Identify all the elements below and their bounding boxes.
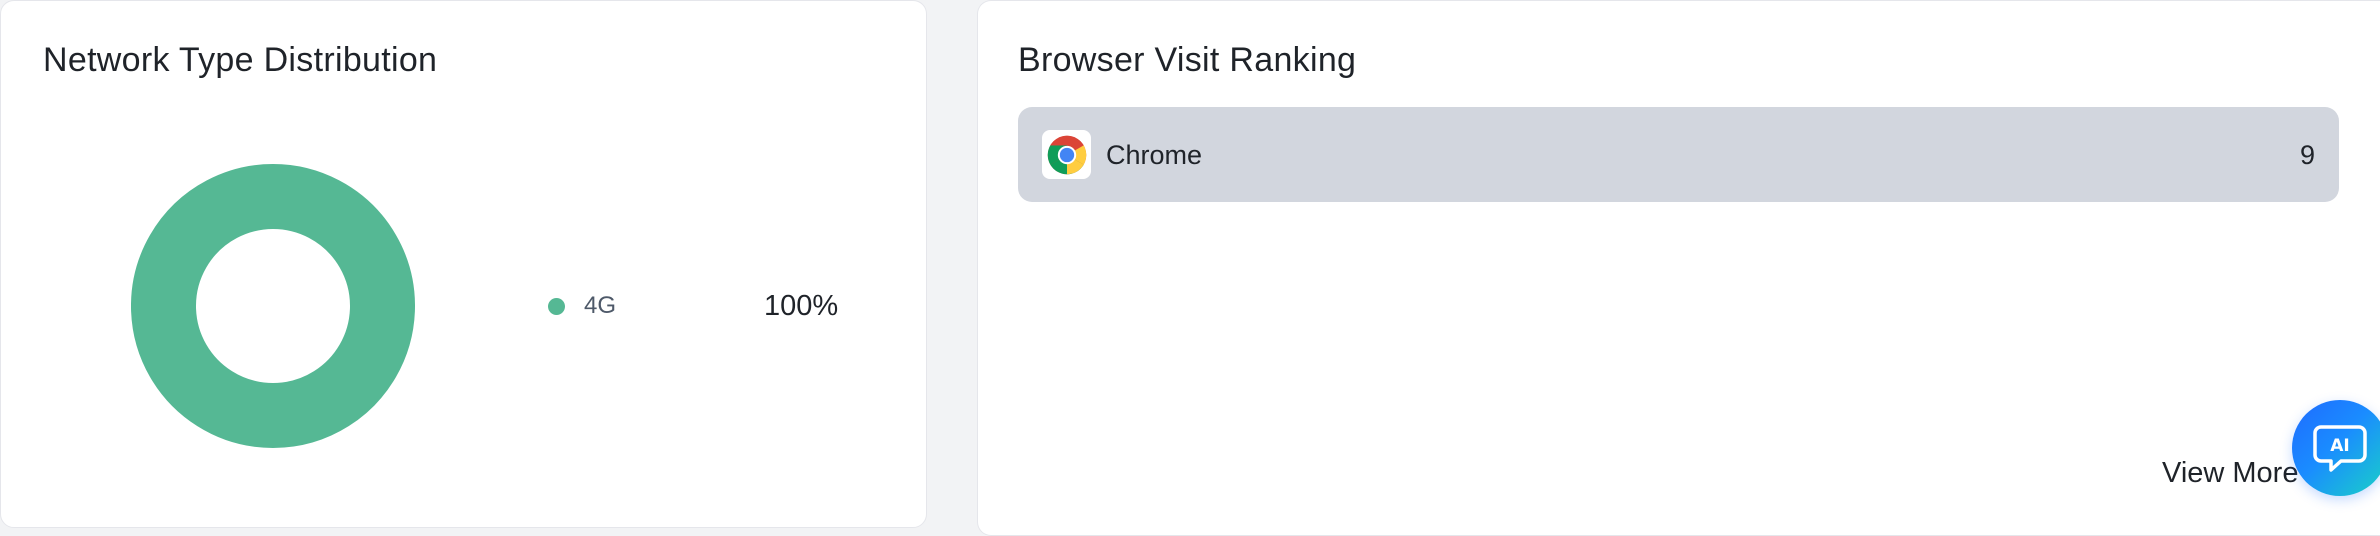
browser-ranking-card: Browser Visit Ranking Chrome 9 View More [977, 0, 2380, 536]
ai-chat-icon: AI [2313, 425, 2367, 472]
browser-rank-row[interactable]: Chrome 9 [1018, 107, 2339, 202]
view-more-link[interactable]: View More [2162, 457, 2298, 490]
legend-dot-4g [548, 298, 565, 315]
legend-percent-4g: 100% [764, 290, 839, 322]
ai-label: AI [2330, 436, 2349, 456]
browser-card-title: Browser Visit Ranking [1018, 41, 1357, 79]
network-card-title: Network Type Distribution [43, 41, 438, 79]
browser-visit-count: 9 [2299, 140, 2315, 170]
chrome-icon [1042, 130, 1091, 179]
legend-label-4g: 4G [584, 292, 617, 319]
network-donut-chart [131, 164, 415, 448]
donut-slice-4g[interactable] [131, 164, 415, 448]
network-type-card: Network Type Distribution 4G 100% [0, 0, 927, 528]
ai-assistant-button[interactable]: AI [2292, 400, 2380, 496]
browser-name: Chrome [1106, 140, 1203, 170]
